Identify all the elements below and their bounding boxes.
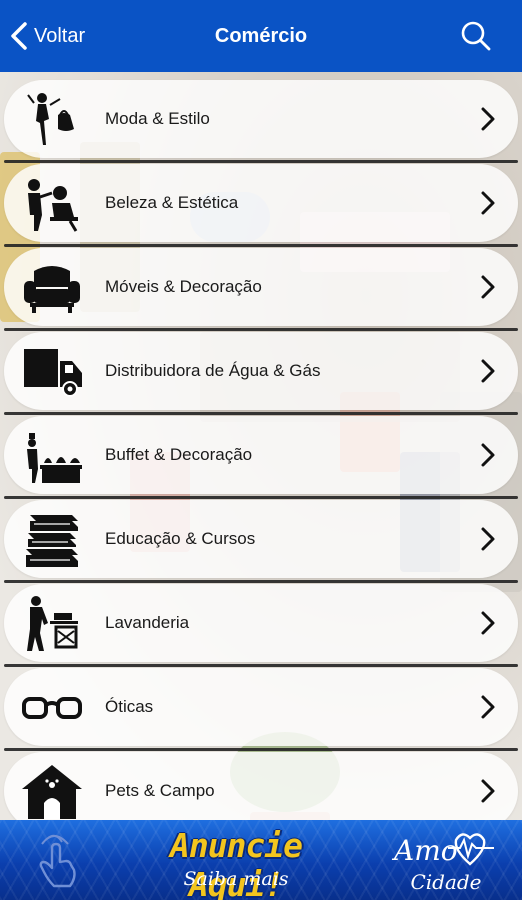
list-item-label: Lavanderia bbox=[105, 613, 190, 632]
chevron-right-icon bbox=[481, 443, 495, 467]
divider bbox=[4, 748, 518, 751]
divider bbox=[4, 496, 518, 499]
list-item-moveis[interactable]: Móveis & Decoração bbox=[4, 248, 518, 326]
beauty-salon-icon bbox=[20, 173, 84, 233]
list-item-label: Moda & Estilo bbox=[105, 109, 210, 128]
category-list: Moda & Estilo Beleza & Estética Móveis &… bbox=[0, 72, 522, 830]
divider bbox=[4, 244, 518, 247]
divider bbox=[4, 664, 518, 667]
back-button[interactable]: Voltar bbox=[8, 20, 85, 52]
navigation-bar: Voltar Comércio bbox=[0, 0, 522, 72]
divider bbox=[4, 412, 518, 415]
amo-cidade-logo: Amo bbox=[391, 833, 494, 867]
chevron-right-icon bbox=[481, 107, 495, 131]
tap-hand-icon bbox=[39, 834, 76, 888]
list-item-label: Distribuidora de Água & Gás bbox=[105, 361, 321, 380]
list-item-label: Beleza & Estética bbox=[105, 193, 239, 212]
divider bbox=[4, 328, 518, 331]
ad-subtitle: Saiba mais bbox=[183, 868, 289, 890]
list-item-distribuidora[interactable]: Distribuidora de Água & Gás bbox=[4, 332, 518, 410]
svg-text:Amo: Amo bbox=[391, 834, 458, 867]
list-item-moda[interactable]: Moda & Estilo bbox=[4, 80, 518, 158]
list-item-beleza[interactable]: Beleza & Estética bbox=[4, 164, 518, 242]
chevron-right-icon bbox=[481, 191, 495, 215]
fashion-icon bbox=[20, 89, 84, 149]
list-item-oticas[interactable]: Óticas bbox=[4, 668, 518, 746]
back-label: Voltar bbox=[34, 24, 86, 47]
page-title: Comércio bbox=[214, 24, 308, 47]
list-item-buffet[interactable]: Buffet & Decoração bbox=[4, 416, 518, 494]
search-icon[interactable] bbox=[460, 20, 492, 52]
list-item-label: Educação & Cursos bbox=[105, 529, 256, 548]
chevron-right-icon bbox=[481, 527, 495, 551]
doghouse-icon bbox=[20, 761, 84, 821]
list-item-label: Buffet & Decoração bbox=[105, 445, 253, 464]
ad-banner[interactable]: Anuncie Aqui! Saiba mais Amo Cidade bbox=[0, 820, 522, 900]
books-icon bbox=[20, 509, 84, 569]
glasses-icon bbox=[20, 677, 84, 737]
chevron-left-icon bbox=[11, 22, 27, 50]
list-item-label: Óticas bbox=[105, 697, 154, 716]
list-item-pets[interactable]: Pets & Campo bbox=[4, 752, 518, 830]
chevron-right-icon bbox=[481, 695, 495, 719]
list-item-educacao[interactable]: Educação & Cursos bbox=[4, 500, 518, 578]
logo-text: Cidade bbox=[410, 870, 482, 894]
divider bbox=[4, 580, 518, 583]
list-item-lavanderia[interactable]: Lavanderia bbox=[4, 584, 518, 662]
armchair-icon bbox=[20, 257, 84, 317]
divider bbox=[4, 160, 518, 163]
delivery-truck-icon bbox=[20, 341, 84, 401]
chevron-right-icon bbox=[481, 359, 495, 383]
chevron-right-icon bbox=[481, 275, 495, 299]
list-item-label: Pets & Campo bbox=[105, 781, 215, 800]
chevron-right-icon bbox=[481, 779, 495, 803]
chevron-right-icon bbox=[481, 611, 495, 635]
buffet-icon bbox=[20, 425, 84, 485]
laundry-icon bbox=[20, 593, 84, 653]
list-item-label: Móveis & Decoração bbox=[105, 277, 262, 296]
